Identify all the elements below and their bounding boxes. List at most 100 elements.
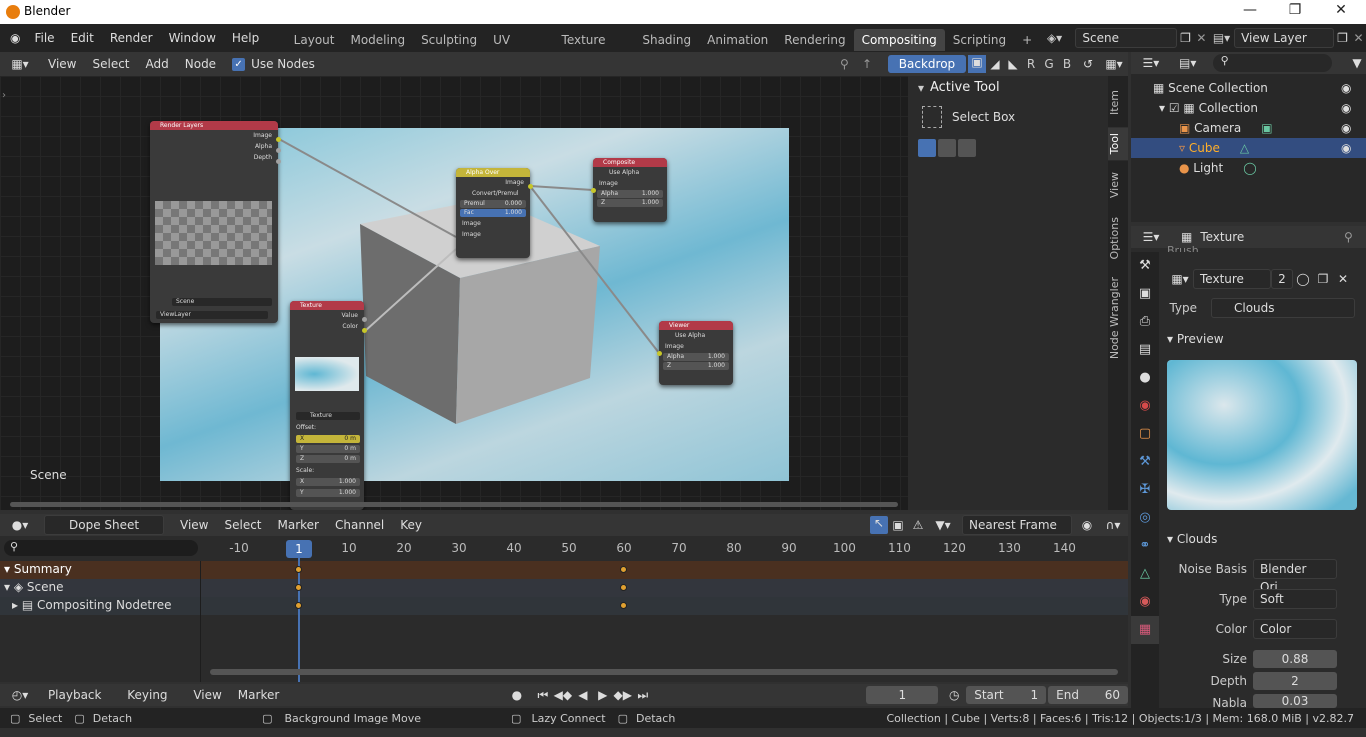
channel-g[interactable]: G xyxy=(1040,57,1058,71)
pin-icon[interactable]: ⚲ xyxy=(1344,230,1366,244)
offset-y-field[interactable]: Y 0 m xyxy=(296,445,360,453)
particles-tab-icon[interactable]: ✠ xyxy=(1131,476,1159,504)
socket[interactable] xyxy=(657,351,662,356)
timeline-scrollbar[interactable] xyxy=(210,669,1118,675)
view-layer-tab-icon[interactable]: ▤ xyxy=(1131,336,1159,364)
preview-header[interactable]: ▾ Preview xyxy=(1167,332,1224,346)
preview-range-icon[interactable]: ◷ xyxy=(942,688,966,702)
view-menu[interactable]: View xyxy=(185,681,229,709)
tab-node-wrangler[interactable]: Node Wrangler xyxy=(1108,271,1128,365)
playhead-frame[interactable]: 1 xyxy=(286,540,312,558)
dope-menu-marker[interactable]: Marker xyxy=(270,511,327,539)
marker-menu[interactable]: Marker xyxy=(230,681,287,709)
menu-window[interactable]: Window xyxy=(161,24,224,52)
z-field[interactable]: Z 1.000 xyxy=(597,199,663,207)
alpha-field[interactable]: Alpha 1.000 xyxy=(597,190,663,198)
type-dropdown[interactable]: Clouds xyxy=(1211,298,1355,318)
tab-tool[interactable]: Tool xyxy=(1108,127,1128,161)
prev-keyframe-icon[interactable]: ◀◆ xyxy=(553,688,573,702)
keying-menu[interactable]: Keying ▾ xyxy=(119,681,185,730)
collapse-icon[interactable]: ▾ xyxy=(918,81,924,95)
eye-icon[interactable]: ◉ xyxy=(1341,138,1351,158)
socket[interactable] xyxy=(362,328,367,333)
tab-modeling[interactable]: Modeling xyxy=(342,29,413,51)
new-viewlayer-icon[interactable]: ❐ xyxy=(1334,31,1351,45)
eye-icon[interactable]: ◉ xyxy=(1341,78,1351,98)
keyframe[interactable] xyxy=(620,584,627,591)
node-editor-canvas[interactable]: › Render Layers Image Alpha Depth Scene … xyxy=(0,76,908,510)
material-tab-icon[interactable]: ◉ xyxy=(1131,588,1159,616)
minimize-icon[interactable]: — xyxy=(1240,2,1260,22)
play-icon[interactable]: ▶ xyxy=(593,688,613,702)
fac-field[interactable]: Fac 1.000 xyxy=(460,209,526,217)
users-count[interactable]: 2 xyxy=(1271,269,1293,289)
pin-icon[interactable]: ⚲ xyxy=(840,57,862,71)
viewlayer-selector-icon[interactable]: ▤▾ xyxy=(1209,31,1234,45)
use-alpha-checkbox[interactable]: Use Alpha xyxy=(659,330,733,341)
offset-x-field[interactable]: X 0 m xyxy=(296,435,360,443)
render-layers-node[interactable]: Render Layers Image Alpha Depth Scene Vi… xyxy=(150,121,281,323)
alpha-field[interactable]: Alpha 1.000 xyxy=(663,353,729,361)
dope-menu-channel[interactable]: Channel xyxy=(327,511,392,539)
scene-selector-icon[interactable]: ◈▾ xyxy=(1047,31,1075,45)
tab-shading[interactable]: Shading xyxy=(634,29,699,51)
premul-field[interactable]: Premul 0.000 xyxy=(460,200,526,208)
snap-dropdown[interactable]: Nearest Frame xyxy=(962,515,1072,535)
nabla-field[interactable]: 0.03 xyxy=(1253,694,1337,708)
eye-icon[interactable]: ◉ xyxy=(1341,118,1351,138)
use-alpha-checkbox[interactable]: Use Alpha xyxy=(593,167,667,178)
physics-tab-icon[interactable]: ◎ xyxy=(1131,504,1159,532)
keyframe[interactable] xyxy=(295,584,302,591)
eye-icon[interactable]: ◉ xyxy=(1341,98,1351,118)
record-icon[interactable]: ● xyxy=(507,688,527,702)
outliner-row-collection[interactable]: ▾ ☑ ▦ Collection xyxy=(1131,98,1366,118)
only-errors-icon[interactable]: ⚠ xyxy=(908,518,928,532)
mode-subtract-icon[interactable] xyxy=(958,139,976,157)
composite-node[interactable]: Composite Use Alpha Image Alpha 1.000 Z 1.… xyxy=(591,158,667,222)
channel-row-summary[interactable] xyxy=(0,561,1128,579)
socket[interactable] xyxy=(276,159,281,164)
layer-field[interactable]: ViewLayer xyxy=(156,311,268,319)
tab-uv-editing[interactable]: UV Editing xyxy=(485,29,553,69)
world-tab-icon[interactable]: ◉ xyxy=(1131,392,1159,420)
dope-menu-select[interactable]: Select xyxy=(216,511,269,539)
scene-field[interactable]: Scene xyxy=(172,298,272,306)
tab-view[interactable]: View xyxy=(1108,166,1128,204)
channel-b[interactable]: B xyxy=(1058,57,1076,71)
socket[interactable] xyxy=(276,148,281,153)
output-tab-icon[interactable]: ⎙ xyxy=(1131,308,1159,336)
use-nodes-checkbox[interactable]: ✓ xyxy=(232,57,246,71)
scene-tab-icon[interactable]: ● xyxy=(1131,364,1159,392)
tab-texture-paint[interactable]: Texture Paint xyxy=(554,29,635,69)
texture-field[interactable]: Texture xyxy=(296,412,360,420)
snap-icon[interactable]: ▦▾ xyxy=(1100,57,1128,71)
next-keyframe-icon[interactable]: ◆▶ xyxy=(613,688,633,702)
texture-node[interactable]: Texture Value Color Texture Offset: X 0 m… xyxy=(290,301,367,510)
channel-r[interactable]: R xyxy=(1022,57,1040,71)
keyframe[interactable] xyxy=(295,602,302,609)
expand-icon[interactable]: ▾ xyxy=(1159,101,1169,115)
depth-field[interactable]: 2 xyxy=(1253,672,1337,690)
tab-scripting[interactable]: Scripting xyxy=(945,29,1014,51)
tool-tab-icon[interactable]: ⚒ xyxy=(1131,252,1159,280)
dope-menu-key[interactable]: Key xyxy=(392,511,430,539)
texture-browse-icon[interactable]: ▦▾ xyxy=(1167,272,1193,286)
modifier-tab-icon[interactable]: ⚒ xyxy=(1131,448,1159,476)
tab-options[interactable]: Options xyxy=(1108,211,1128,265)
clouds-header[interactable]: ▾ Clouds xyxy=(1167,532,1217,546)
channel-search-input[interactable]: ⚲ xyxy=(4,540,198,556)
remove-viewlayer-icon[interactable]: ✕ xyxy=(1351,31,1366,45)
tab-compositing[interactable]: Compositing xyxy=(853,28,945,51)
proportional-icon[interactable]: ◉ xyxy=(1076,518,1098,532)
node-menu-view[interactable]: View xyxy=(40,50,84,78)
fake-user-icon[interactable]: ◯ xyxy=(1293,272,1313,286)
remove-scene-icon[interactable]: ✕ xyxy=(1194,31,1209,45)
maximize-icon[interactable]: ❐ xyxy=(1285,2,1305,22)
socket[interactable] xyxy=(362,317,367,322)
node-menu-select[interactable]: Select xyxy=(84,50,137,78)
texture-tab-icon[interactable]: ▦ xyxy=(1131,616,1159,644)
z-field[interactable]: Z 1.000 xyxy=(663,362,729,370)
tab-rendering[interactable]: Rendering xyxy=(776,29,853,51)
show-hidden-icon[interactable]: ▣ xyxy=(888,518,908,532)
frame-ruler[interactable]: -10 10 20 30 40 50 60 70 80 90 100 110 120 130 140 xyxy=(200,536,1128,560)
